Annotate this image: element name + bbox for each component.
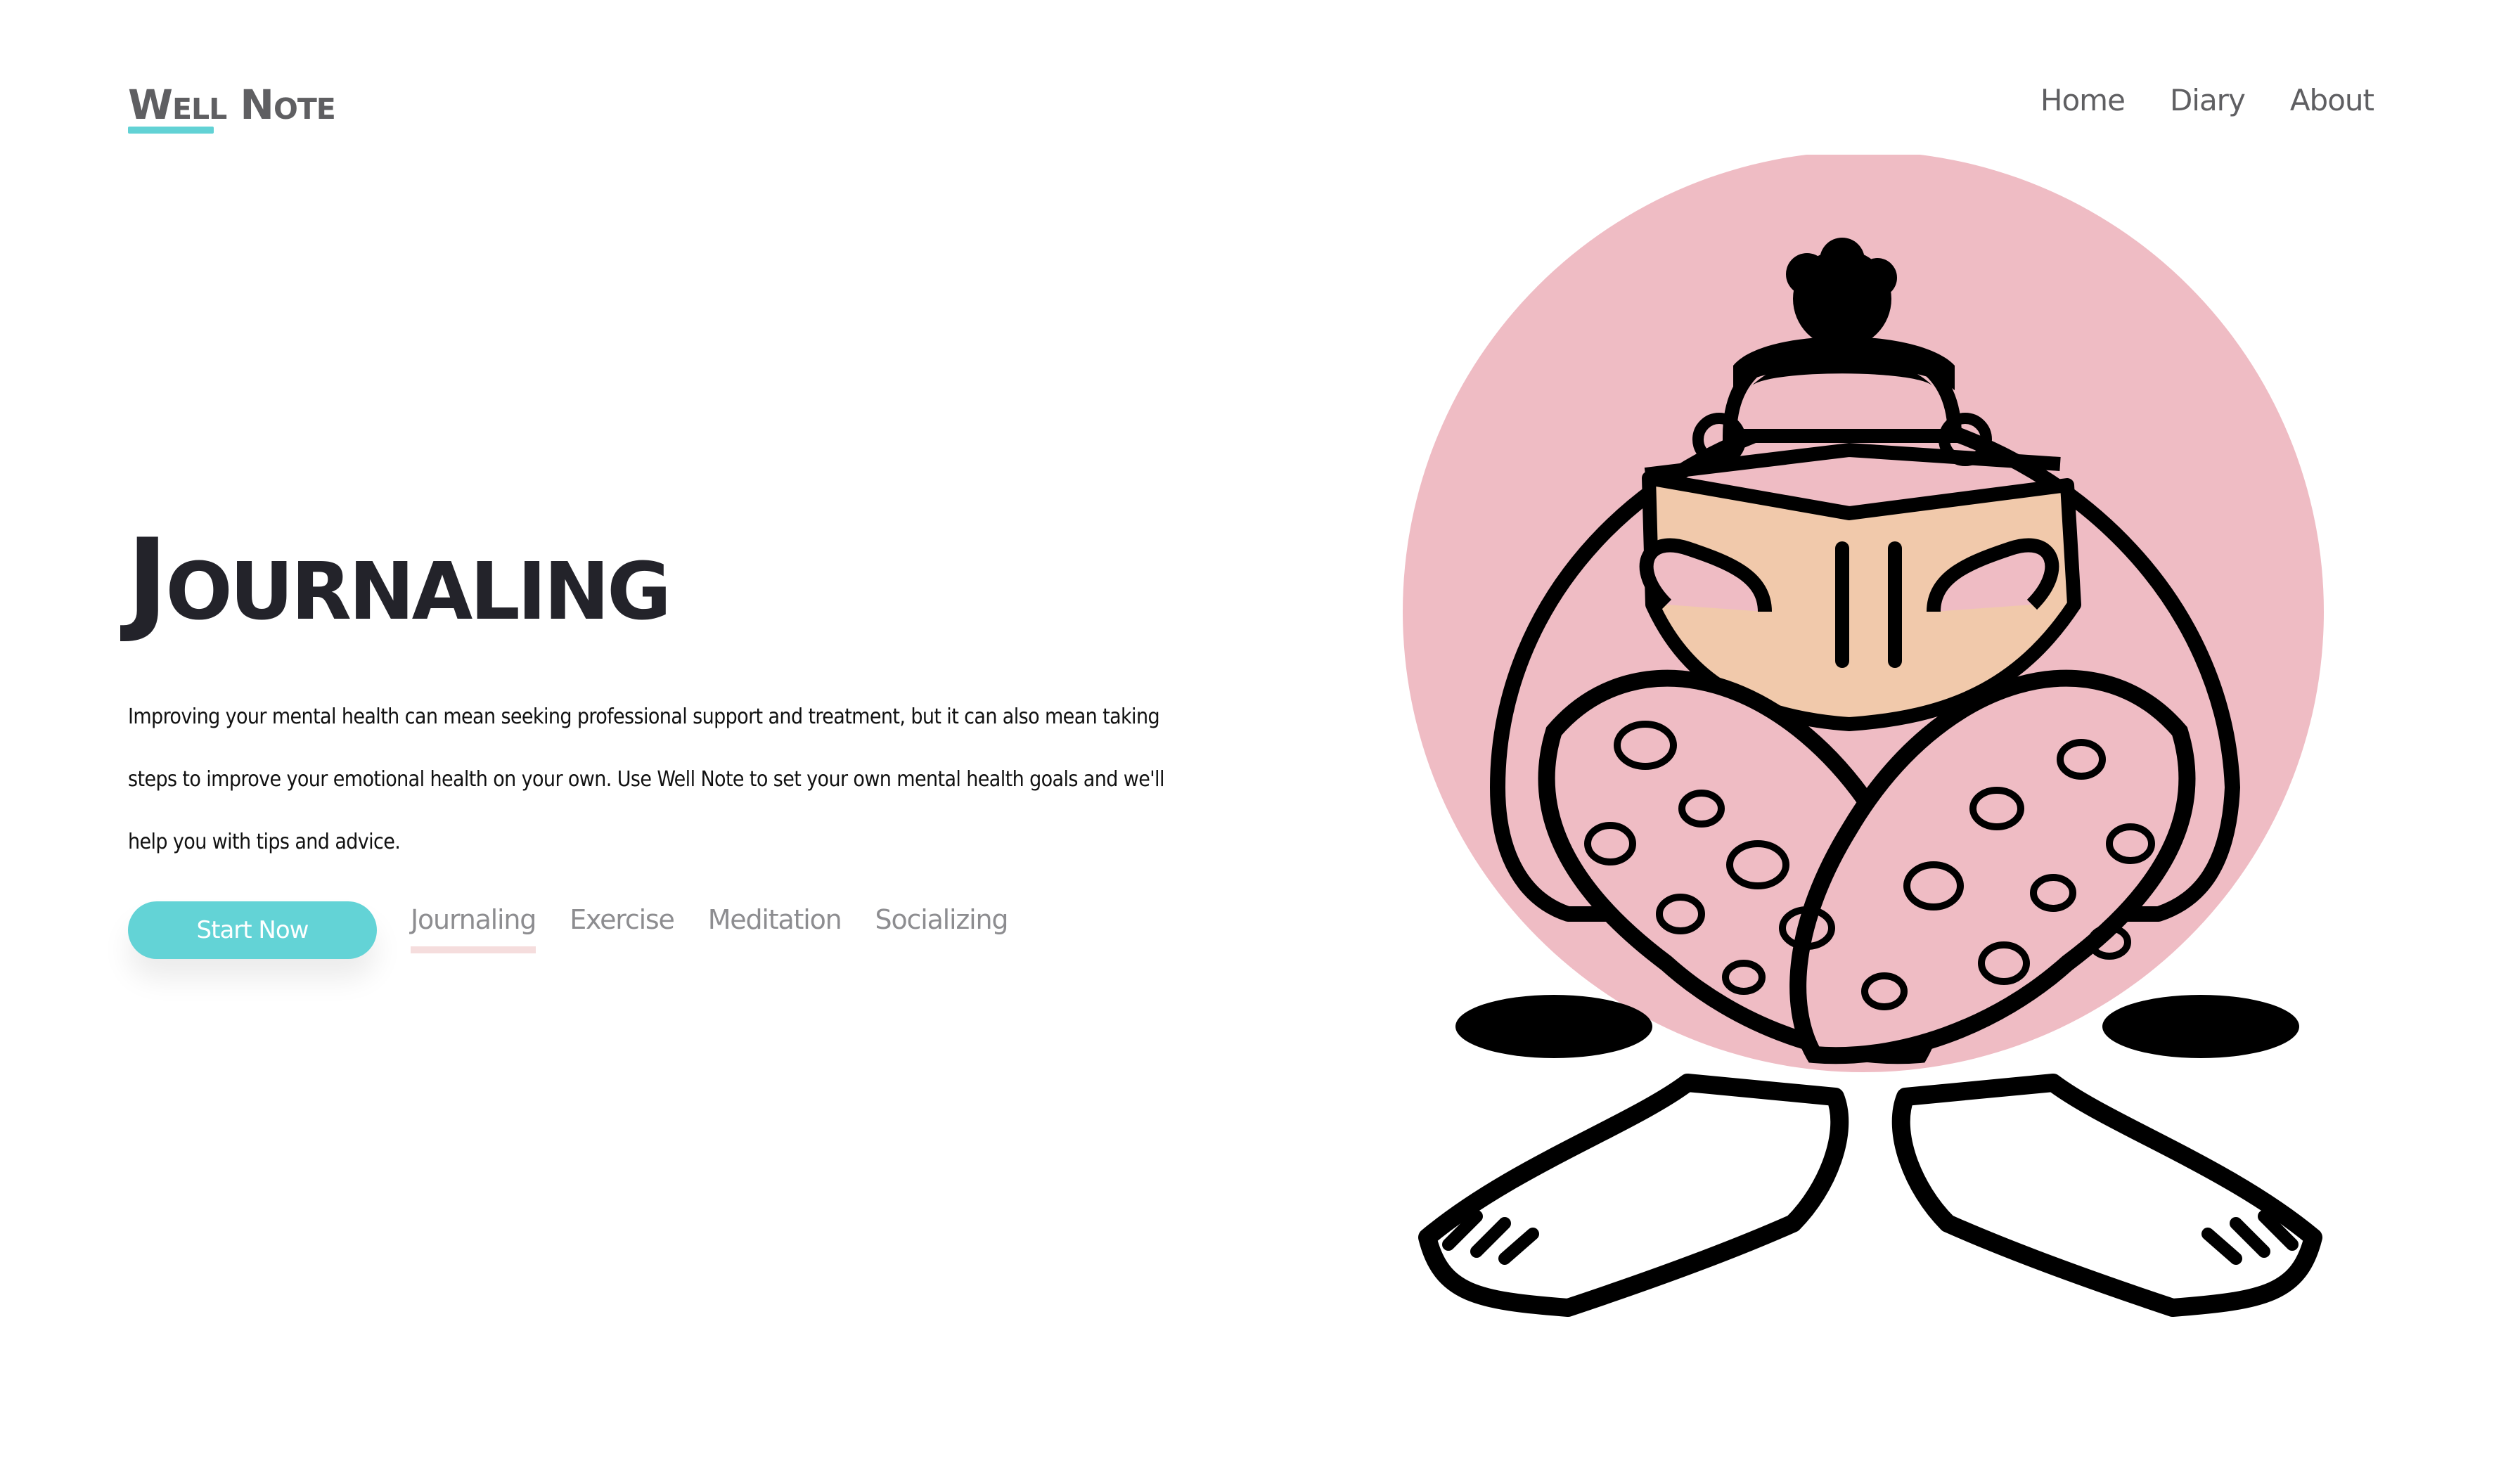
nav-diary[interactable]: Diary (2170, 83, 2246, 117)
nav-home[interactable]: Home (2040, 83, 2126, 117)
left-foot (1418, 1074, 1849, 1317)
nav-about[interactable]: About (2290, 83, 2374, 117)
right-foot (1891, 1074, 2322, 1317)
person-reading-book-illustration (1403, 155, 2324, 1317)
page-title: Journaling (127, 514, 671, 645)
tab-meditation[interactable]: Meditation (708, 904, 842, 953)
hero-description: Improving your mental health can mean se… (128, 704, 1164, 854)
logo[interactable]: Well Note (128, 84, 336, 125)
main-nav: Home Diary About (2040, 83, 2374, 117)
start-now-button[interactable]: Start Now (128, 901, 377, 959)
tab-journaling[interactable]: Journaling (411, 904, 536, 953)
logo-underline (128, 127, 214, 134)
hero-actions: Start Now Journaling Exercise Meditation… (128, 901, 1008, 959)
tab-socializing[interactable]: Socializing (875, 904, 1009, 953)
topic-tabs: Journaling Exercise Meditation Socializi… (411, 904, 1008, 953)
tab-exercise[interactable]: Exercise (570, 904, 675, 953)
